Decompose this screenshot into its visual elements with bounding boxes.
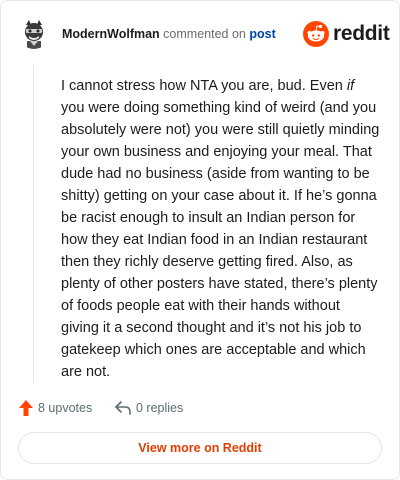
reddit-wordmark: reddit [333, 22, 390, 45]
reddit-snoo-icon [303, 21, 329, 47]
author-name[interactable]: ModernWolfman [62, 27, 160, 41]
upvote-count: 8 upvotes [38, 401, 93, 415]
avatar[interactable] [18, 17, 50, 49]
reply-count: 0 replies [136, 401, 184, 415]
wolfman-avatar-icon [18, 17, 50, 49]
comment-body: I cannot stress how NTA you are, bud. Ev… [61, 75, 381, 383]
reply-arrow-icon [115, 401, 131, 415]
reddit-logo[interactable]: reddit [303, 21, 390, 47]
comment-header: ModernWolfman commented on post reddit [18, 17, 390, 51]
comment-card: ModernWolfman commented on post reddit I… [0, 0, 400, 480]
upvote-button[interactable]: 8 upvotes [18, 397, 92, 419]
comment-body-part: you were doing something kind of weird (… [61, 100, 380, 380]
upvote-arrow-icon [19, 400, 33, 416]
comment-meta: ModernWolfman commented on post [62, 26, 276, 42]
commented-on-label: commented on [163, 27, 246, 41]
thread-line [33, 65, 34, 383]
post-link[interactable]: post [249, 27, 275, 41]
comment-body-part: I cannot stress how NTA you are, bud. Ev… [61, 78, 347, 94]
reply-button[interactable]: 0 replies [114, 397, 183, 419]
comment-actions: 8 upvotes 0 replies [18, 397, 378, 419]
view-more-button[interactable]: View more on Reddit [18, 432, 382, 464]
comment-body-emphasis: if [346, 78, 355, 94]
